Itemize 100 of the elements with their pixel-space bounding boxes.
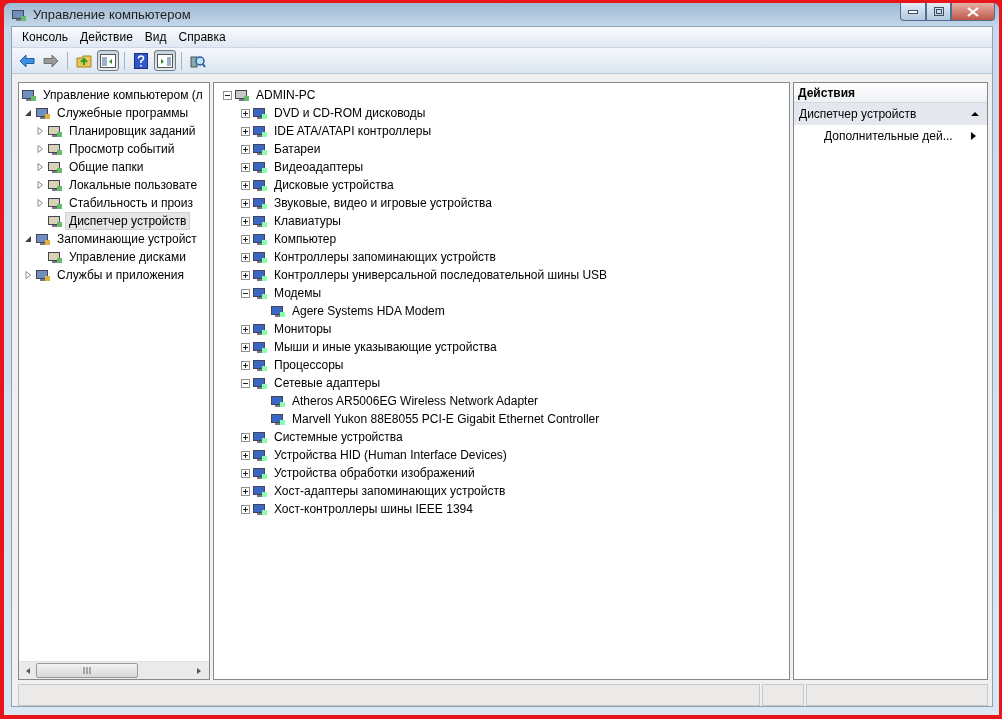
device-tree-item[interactable]: Atheros AR5006EG Wireless Network Adapter xyxy=(288,392,543,410)
tree-item[interactable]: Запоминающие устройст xyxy=(53,230,201,248)
device-tree-item[interactable]: Хост-контроллеры шины IEEE 1394 xyxy=(270,500,477,518)
collapse-box-icon[interactable] xyxy=(222,90,232,100)
expand-box-icon[interactable] xyxy=(240,144,250,154)
help-icon xyxy=(134,52,148,69)
device-icon xyxy=(252,465,268,481)
device-tree-item[interactable]: Контроллеры запоминающих устройств xyxy=(270,248,500,266)
expand-box-icon[interactable] xyxy=(240,180,250,190)
actions-section[interactable]: Диспетчер устройств xyxy=(794,103,987,125)
collapse-box-icon[interactable] xyxy=(240,288,250,298)
toolbar-button[interactable] xyxy=(97,50,119,71)
device-icon xyxy=(252,321,268,337)
device-icon xyxy=(234,87,250,103)
device-tree-item[interactable]: Устройства HID (Human Interface Devices) xyxy=(270,446,511,464)
device-icon xyxy=(252,231,268,247)
computer-management-icon xyxy=(21,87,37,103)
device-icon xyxy=(252,195,268,211)
device-tree-item[interactable]: Клавиатуры xyxy=(270,212,345,230)
device-tree-item[interactable]: DVD и CD-ROM дисководы xyxy=(270,104,430,122)
minimize-button[interactable] xyxy=(900,3,926,21)
expand-box-icon[interactable] xyxy=(240,504,250,514)
maximize-button[interactable] xyxy=(926,3,951,21)
device-tree-item[interactable]: IDE ATA/ATAPI контроллеры xyxy=(270,122,436,140)
expand-box-icon[interactable] xyxy=(240,126,250,136)
expand-box-icon[interactable] xyxy=(240,270,250,280)
device-tree-item[interactable]: Процессоры xyxy=(270,356,348,374)
device-tree-item[interactable]: Agere Systems HDA Modem xyxy=(288,302,449,320)
expand-box-icon[interactable] xyxy=(240,162,250,172)
device-tree-item[interactable]: Контроллеры универсальной последовательной шины USB xyxy=(270,266,612,284)
tree-item[interactable]: Стабильность и произ xyxy=(65,194,197,212)
horizontal-scrollbar[interactable] xyxy=(19,661,209,679)
close-button[interactable] xyxy=(951,3,995,21)
device-icon xyxy=(252,141,268,157)
expand-box-icon[interactable] xyxy=(240,360,250,370)
device-tree-item[interactable]: Сетевые адаптеры xyxy=(270,374,385,392)
expand-box-icon[interactable] xyxy=(240,450,250,460)
device-tree-item[interactable]: Устройства обработки изображений xyxy=(270,464,479,482)
tree-item[interactable]: Локальные пользовате xyxy=(65,176,202,194)
expand-box-icon[interactable] xyxy=(240,234,250,244)
expand-arrow-icon[interactable] xyxy=(36,127,44,135)
expand-box-icon[interactable] xyxy=(240,342,250,352)
expand-arrow-icon[interactable] xyxy=(36,163,44,171)
tree-item[interactable]: Управление дисками xyxy=(65,248,190,266)
menu-item[interactable]: Консоль xyxy=(16,30,75,44)
device-tree-item[interactable]: ADMIN-PC xyxy=(252,86,320,104)
device-icon xyxy=(252,429,268,445)
action-link[interactable]: Дополнительные дей... xyxy=(824,129,953,143)
toolbar-button[interactable] xyxy=(154,50,176,71)
section-title: Диспетчер устройств xyxy=(799,107,917,121)
device-tree-item[interactable]: Дисковые устройства xyxy=(270,176,398,194)
tree-item[interactable]: Диспетчер устройств xyxy=(65,212,191,230)
device-tree-item[interactable]: Видеоадаптеры xyxy=(270,158,368,176)
tree-item[interactable]: Управление компьютером (л xyxy=(39,86,207,104)
scroll-thumb[interactable] xyxy=(36,663,138,678)
menu-item[interactable]: Справка xyxy=(172,30,232,44)
expand-box-icon[interactable] xyxy=(240,324,250,334)
actions-header: Действия xyxy=(794,83,987,103)
expand-box-icon[interactable] xyxy=(240,486,250,496)
expand-box-icon[interactable] xyxy=(240,108,250,118)
device-tree-item[interactable]: Marvell Yukon 88E8055 PCI-E Gigabit Ethernet Controller xyxy=(288,410,604,428)
menu-item[interactable]: Действие xyxy=(74,30,139,44)
device-icon xyxy=(252,267,268,283)
folder-up-icon xyxy=(76,53,92,68)
expand-box-icon[interactable] xyxy=(240,198,250,208)
back-arrow-icon xyxy=(19,53,35,68)
device-tree-item[interactable]: Системные устройства xyxy=(270,428,407,446)
expand-arrow-icon[interactable] xyxy=(36,145,44,153)
collapse-arrow-icon[interactable] xyxy=(24,235,32,243)
device-icon xyxy=(252,501,268,517)
expand-box-icon[interactable] xyxy=(240,468,250,478)
expand-box-icon[interactable] xyxy=(240,216,250,226)
tree-item[interactable]: Просмотр событий xyxy=(65,140,179,158)
minimize-icon xyxy=(908,9,918,14)
expand-arrow-icon[interactable] xyxy=(36,199,44,207)
device-tree-item[interactable]: Звуковые, видео и игровые устройства xyxy=(270,194,496,212)
device-icon xyxy=(270,411,286,427)
device-tree-item[interactable]: Модемы xyxy=(270,284,326,302)
tree-item[interactable]: Службы и приложения xyxy=(53,266,188,284)
menu-item[interactable]: Вид xyxy=(138,30,173,44)
device-tree-item[interactable]: Мониторы xyxy=(270,320,336,338)
collapse-box-icon[interactable] xyxy=(240,378,250,388)
device-icon xyxy=(252,105,268,121)
device-tree-item[interactable]: Хост-адаптеры запоминающих устройств xyxy=(270,482,510,500)
device-icon xyxy=(252,213,268,229)
submenu-arrow-icon xyxy=(971,132,976,140)
device-icon xyxy=(252,357,268,373)
tree-item[interactable]: Общие папки xyxy=(65,158,148,176)
tree-item[interactable]: Служебные программы xyxy=(53,104,193,122)
tree-item[interactable]: Планировщик заданий xyxy=(65,122,200,140)
action-pane-icon xyxy=(157,53,173,68)
expand-box-icon[interactable] xyxy=(240,432,250,442)
device-tree-item[interactable]: Мыши и иные указывающие устройства xyxy=(270,338,501,356)
expand-box-icon[interactable] xyxy=(240,252,250,262)
collapse-arrow-icon[interactable] xyxy=(24,109,32,117)
device-tree-item[interactable]: Компьютер xyxy=(270,230,341,248)
expand-arrow-icon[interactable] xyxy=(36,181,44,189)
device-icon xyxy=(252,339,268,355)
device-tree-item[interactable]: Батареи xyxy=(270,140,325,158)
expand-arrow-icon[interactable] xyxy=(24,271,32,279)
